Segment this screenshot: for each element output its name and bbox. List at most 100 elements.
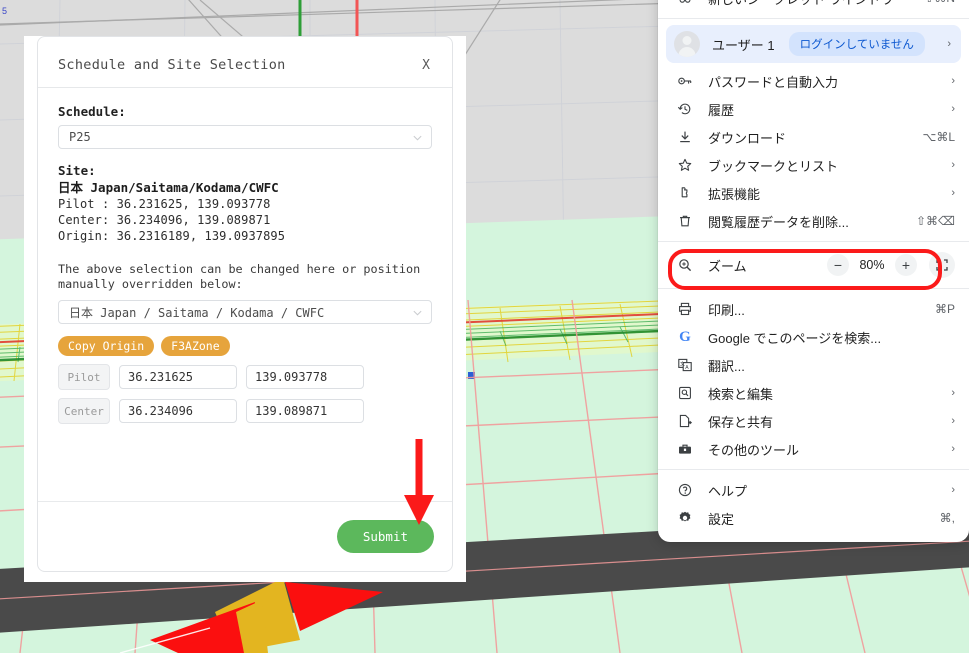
zoom-out-button[interactable]: − <box>827 254 849 276</box>
profile-row[interactable]: ユーザー 1 ログインしていません › <box>666 25 961 63</box>
menu-item-label: 履歴 <box>708 102 735 118</box>
menu-item-label: パスワードと自動入力 <box>708 74 839 90</box>
chevron-right-icon: › <box>951 484 955 496</box>
site-center-coords: Center: 36.234096, 139.089871 <box>58 213 271 227</box>
menu-item-more-tools[interactable]: その他のツール › <box>658 435 969 463</box>
menu-item-label: 保存と共有 <box>708 414 774 430</box>
menu-item-downloads[interactable]: ダウンロード ⌥⌘L <box>658 123 969 151</box>
menu-item-label: 印刷... <box>708 302 745 318</box>
center-tag-button[interactable]: Center <box>58 398 110 424</box>
status-badge: ログインしていません <box>788 32 925 56</box>
center-latitude-input[interactable] <box>119 399 237 423</box>
menu-item-label: 翻訳... <box>708 358 745 374</box>
zoom-percent: 80% <box>859 258 885 272</box>
zoom-row: ズーム − 80% + <box>658 248 969 290</box>
scene-label: 5 <box>2 6 7 16</box>
menu-item-shortcut: ⇧⌘⌫ <box>915 214 955 228</box>
avatar <box>674 31 700 57</box>
menu-item-save-and-share[interactable]: 保存と共有 › <box>658 407 969 435</box>
menu-item-search-with-google[interactable]: G Google でこのページを検索... <box>658 323 969 351</box>
submit-button[interactable]: Submit <box>336 520 434 553</box>
menu-item-shortcut: ⌥⌘L <box>922 130 955 144</box>
menu-item-shortcut: ⌘P <box>934 302 955 316</box>
zoom-magnifier-icon <box>674 257 696 273</box>
site-select[interactable]: 日本 Japan / Saitama / Kodama / CWFC <box>58 300 432 324</box>
chip-row: Copy Origin F3AZone <box>58 336 432 356</box>
save-share-icon <box>674 413 696 429</box>
svg-text:文: 文 <box>680 361 685 368</box>
menu-item-history[interactable]: 履歴 › <box>658 95 969 123</box>
menu-item-clear-browsing-data[interactable]: 閲覧履歴データを削除... ⇧⌘⌫ <box>658 207 969 235</box>
center-coord-row: Center <box>58 398 432 424</box>
chevron-down-icon <box>413 310 422 316</box>
menu-item-help[interactable]: ヘルプ › <box>658 476 969 504</box>
menu-item-print[interactable]: 印刷... ⌘P <box>658 295 969 323</box>
schedule-select[interactable]: P25 <box>58 125 432 149</box>
close-icon[interactable]: X <box>420 58 432 73</box>
dialog-header: Schedule and Site Selection X <box>38 37 452 88</box>
zoom-label: ズーム <box>708 258 747 274</box>
settings-icon <box>674 510 696 526</box>
site-pilot-coords: Pilot : 36.231625, 139.093778 <box>58 197 271 211</box>
menu-item-label: 設定 <box>708 511 735 527</box>
schedule-site-selection-dialog: Schedule and Site Selection X Schedule: … <box>37 36 453 572</box>
chevron-right-icon: › <box>951 159 955 171</box>
menu-divider <box>658 288 969 289</box>
site-origin-coords: Origin: 36.2316189, 139.0937895 <box>58 229 286 243</box>
dialog-footer: Submit <box>38 501 452 571</box>
center-longitude-input[interactable] <box>246 399 364 423</box>
page-title: Schedule and Site Selection <box>58 57 286 73</box>
google-g-icon: G <box>679 328 691 345</box>
schedule-label: Schedule: <box>58 104 126 119</box>
copy-origin-button[interactable]: Copy Origin <box>58 336 155 356</box>
menu-item-translate[interactable]: 文 A 翻訳... <box>658 351 969 379</box>
toolbox-icon <box>674 441 696 457</box>
star-icon <box>674 157 696 173</box>
menu-item-label: 検索と編集 <box>708 386 774 402</box>
f3azone-button[interactable]: F3AZone <box>161 336 230 356</box>
chevron-right-icon: › <box>951 75 955 87</box>
fullscreen-icon[interactable] <box>929 252 955 278</box>
menu-item-label: ヘルプ <box>708 483 748 499</box>
translate-icon: 文 A <box>674 357 696 373</box>
printer-icon <box>674 301 696 317</box>
menu-item-settings[interactable]: 設定 ⌘, <box>658 504 969 532</box>
menu-item-extensions[interactable]: 拡張機能 › <box>658 179 969 207</box>
menu-divider <box>658 469 969 470</box>
menu-item-label: ダウンロード <box>708 130 787 146</box>
trash-icon <box>674 213 696 229</box>
menu-item-label: その他のツール <box>708 442 800 458</box>
key-icon <box>674 73 696 89</box>
zoom-in-button[interactable]: + <box>895 254 917 276</box>
pilot-longitude-input[interactable] <box>246 365 364 389</box>
chevron-right-icon: › <box>951 103 955 115</box>
menu-item-label: 閲覧履歴データを削除... <box>708 214 849 230</box>
menu-item-new-incognito-window[interactable]: 新しいシークレット ウインドウ ⇧⌘N <box>658 0 969 12</box>
site-label: Site: <box>58 163 96 178</box>
help-icon <box>674 482 696 498</box>
extension-icon <box>674 185 696 201</box>
site-select-value: 日本 Japan / Saitama / Kodama / CWFC <box>69 305 325 320</box>
incognito-icon <box>674 0 696 6</box>
chevron-down-icon <box>413 135 422 141</box>
pilot-tag-button[interactable]: Pilot <box>58 364 110 390</box>
menu-divider <box>658 18 969 19</box>
download-icon <box>674 129 696 145</box>
menu-item-find-and-edit[interactable]: 検索と編集 › <box>658 379 969 407</box>
menu-item-label: ブックマークとリスト <box>708 158 839 174</box>
pilot-latitude-input[interactable] <box>119 365 237 389</box>
chrome-main-menu: 新しいシークレット ウインドウ ⇧⌘N ユーザー 1 ログインしていません › … <box>658 0 969 542</box>
menu-item-label: 新しいシークレット ウインドウ <box>696 0 924 8</box>
site-name: 日本 Japan/Saitama/Kodama/CWFC <box>58 180 279 195</box>
chevron-right-icon: › <box>951 387 955 399</box>
menu-item-label: 拡張機能 <box>708 186 761 202</box>
menu-item-shortcut: ⇧⌘N <box>924 0 955 5</box>
chevron-right-icon: › <box>947 38 951 50</box>
menu-item-bookmarks-lists[interactable]: ブックマークとリスト › <box>658 151 969 179</box>
dialog-body: Schedule: P25 Site: 日本 Japan/Saitama/Kod… <box>38 88 452 424</box>
menu-item-shortcut: ⌘, <box>939 511 955 525</box>
profile-name: ユーザー 1 <box>712 37 775 53</box>
site-info-block: Site: 日本 Japan/Saitama/Kodama/CWFC Pilot… <box>58 163 432 244</box>
pilot-coord-row: Pilot <box>58 364 432 390</box>
menu-item-passwords-autofill[interactable]: パスワードと自動入力 › <box>658 67 969 95</box>
